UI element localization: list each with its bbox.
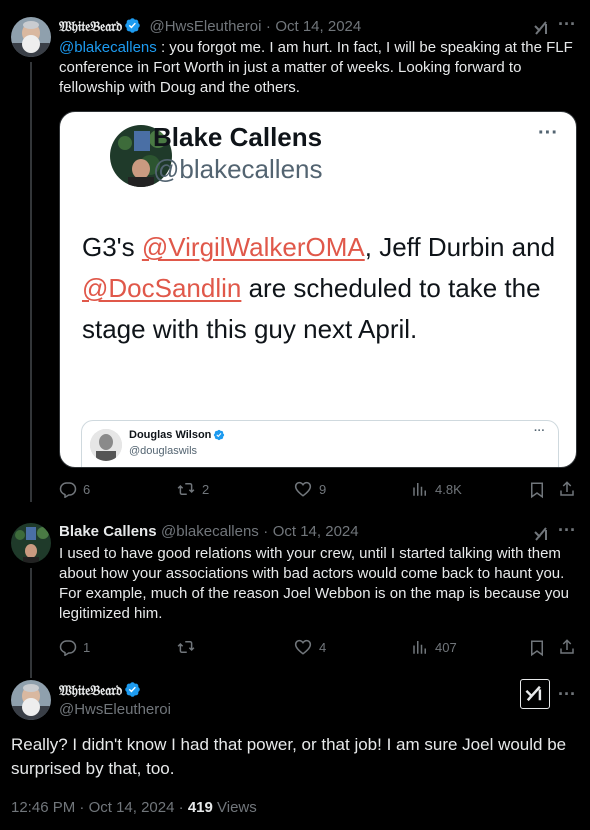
reply-icon	[59, 640, 77, 656]
separator: ·	[178, 799, 184, 816]
separator: ·	[79, 799, 85, 816]
views-button[interactable]: 407	[411, 638, 457, 656]
grok-icon	[525, 685, 542, 702]
handle[interactable]: @HwsEleutheroi	[149, 18, 261, 35]
post-date[interactable]: Oct 14, 2024	[89, 799, 175, 816]
inner-name-text: Douglas Wilson	[129, 429, 212, 441]
retweet-count: 2	[202, 481, 210, 497]
avatar-blakecallens[interactable]	[11, 523, 51, 563]
verified-badge-icon	[214, 429, 225, 441]
post-time[interactable]: 12:46 PM	[11, 799, 75, 816]
more-icon[interactable]: ···	[558, 520, 576, 541]
views-label: Views	[217, 799, 257, 816]
bookmark-icon[interactable]	[528, 639, 546, 657]
inner-handle: @douglaswils	[129, 445, 198, 457]
reply-count: 6	[83, 481, 91, 497]
card-display-name: Blake Callens	[153, 122, 323, 152]
views-icon	[413, 641, 426, 654]
embedded-image-card[interactable]: Blake Callens @blakecallens ··· G3's @Vi…	[59, 111, 577, 468]
inner-avatar	[90, 429, 122, 461]
like-button[interactable]: 4	[293, 638, 326, 656]
like-count: 4	[319, 639, 327, 655]
like-icon	[294, 481, 312, 497]
timestamp[interactable]: Oct 14, 2024	[273, 523, 359, 540]
reply-button[interactable]: 6	[59, 480, 90, 498]
handle[interactable]: @HwsEleutheroi	[59, 701, 171, 718]
thread-line	[30, 568, 32, 678]
card-mention-doc: @DocSandlin	[82, 273, 242, 303]
grok-button[interactable]	[520, 679, 550, 709]
views-count: 4.8K	[435, 481, 462, 497]
tweet-text: @blakecallens : you forgot me. I am hurt…	[59, 38, 579, 98]
views-icon	[413, 483, 426, 496]
views-button[interactable]: 4.8K	[411, 480, 462, 498]
thread-line	[30, 62, 32, 502]
card-text-part: G3's	[82, 232, 142, 262]
verified-badge-icon	[125, 682, 140, 697]
retweet-button[interactable]: 2	[176, 480, 209, 498]
timestamp[interactable]: Oct 14, 2024	[275, 18, 361, 35]
tweet-text: Really? I didn't know I had that power, …	[11, 735, 567, 778]
handle[interactable]: @blakecallens	[161, 523, 259, 540]
retweet-button[interactable]	[176, 638, 202, 656]
grok-icon[interactable]	[532, 524, 552, 544]
card-handle: @blakecallens	[153, 154, 323, 184]
card-text: G3's @VirgilWalkerOMA, Jeff Durbin and @…	[82, 227, 562, 350]
like-button[interactable]: 9	[293, 480, 326, 498]
card-mention-virgil: @VirgilWalkerOMA	[141, 232, 365, 262]
tweet-header: Blake Callens @blakecallens · Oct 14, 20…	[59, 523, 359, 541]
display-name[interactable]: 𝔚𝔥𝔦𝔱𝔢𝔅𝔢𝔞𝔯𝔡	[59, 683, 122, 699]
share-icon[interactable]	[558, 480, 576, 498]
inner-display-name: Douglas Wilson	[129, 429, 225, 441]
tweet-author: 𝔚𝔥𝔦𝔱𝔢𝔅𝔢𝔞𝔯𝔡	[59, 681, 141, 700]
more-icon[interactable]: ···	[558, 684, 576, 705]
inner-more-icon: ···	[534, 425, 545, 437]
display-name[interactable]: Blake Callens	[59, 523, 157, 540]
tweet-text: I used to have good relations with your …	[59, 545, 570, 622]
views-count: 407	[435, 639, 457, 655]
retweet-icon	[177, 641, 195, 653]
card-text-part: , Jeff Durbin and	[364, 232, 556, 262]
separator: ·	[263, 523, 269, 540]
grok-icon[interactable]	[532, 18, 552, 38]
share-icon[interactable]	[558, 638, 576, 656]
card-more-icon: ···	[538, 122, 558, 144]
mention-link[interactable]: @blakecallens	[59, 39, 157, 56]
verified-badge-icon	[125, 18, 140, 33]
like-count: 9	[319, 481, 327, 497]
display-name[interactable]: 𝔚𝔥𝔦𝔱𝔢𝔅𝔢𝔞𝔯𝔡	[59, 19, 122, 35]
reply-icon	[59, 482, 77, 498]
reply-button[interactable]: 1	[59, 638, 90, 656]
tweet-header: 𝔚𝔥𝔦𝔱𝔢𝔅𝔢𝔞𝔯𝔡 @HwsEleutheroi · Oct 14, 2024	[59, 17, 361, 36]
inner-quoted-card: Douglas Wilson @douglaswils ···	[81, 420, 559, 467]
more-icon[interactable]: ···	[558, 14, 576, 35]
bookmark-icon[interactable]	[528, 481, 546, 499]
like-icon	[294, 639, 312, 655]
tweet-meta: 12:46 PM · Oct 14, 2024 · 419 Views	[11, 799, 257, 816]
avatar-whitebeard[interactable]	[11, 680, 51, 720]
avatar-whitebeard[interactable]	[11, 17, 51, 57]
reply-count: 1	[83, 639, 91, 655]
retweet-icon	[177, 483, 195, 495]
views-count: 419	[187, 799, 213, 816]
separator: ·	[265, 18, 271, 35]
